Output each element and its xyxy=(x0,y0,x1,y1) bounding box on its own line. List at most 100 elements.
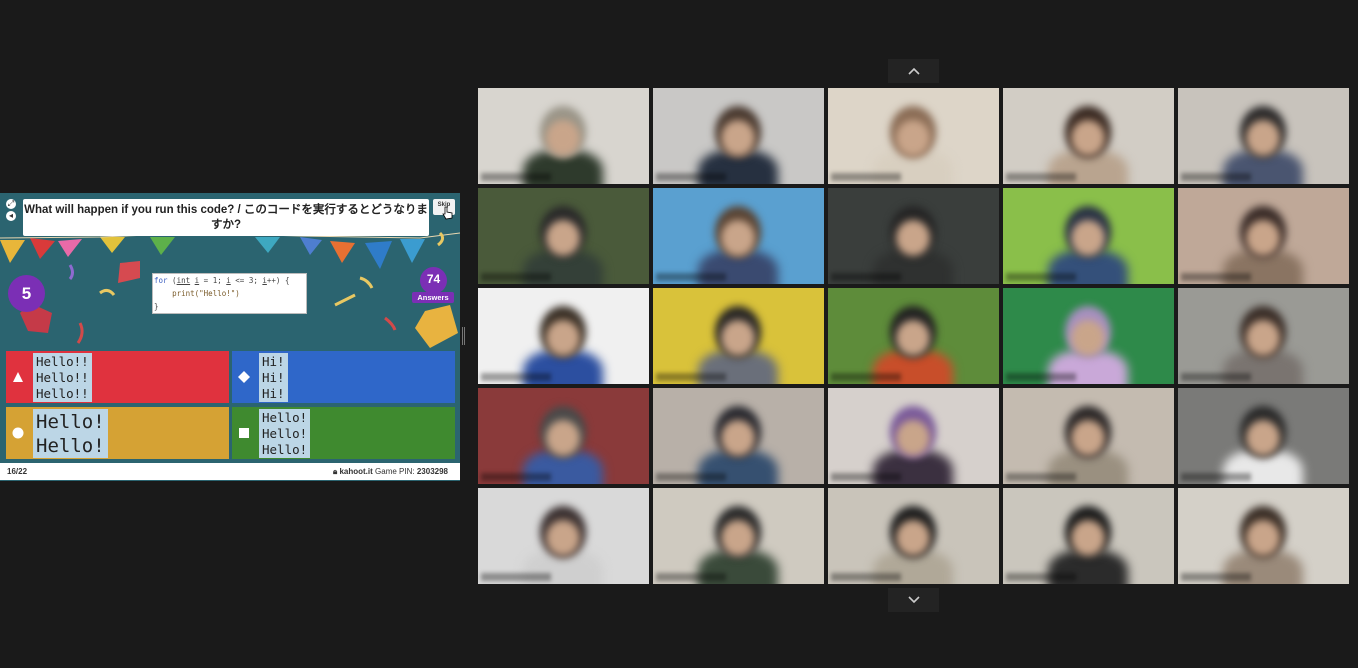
participant-video-tile[interactable] xyxy=(478,388,649,484)
participant-face xyxy=(546,520,580,556)
site-label: kahoot.it xyxy=(339,467,373,476)
participant-video-tile[interactable] xyxy=(828,88,999,184)
participant-face xyxy=(1071,320,1105,356)
participant-video-tile[interactable] xyxy=(478,488,649,584)
split-view-handle[interactable] xyxy=(462,327,465,345)
participant-face xyxy=(896,220,930,256)
participant-video-tile[interactable] xyxy=(1003,488,1174,584)
pin-label: Game PIN: xyxy=(375,467,415,476)
lock-icon: 🔒︎ xyxy=(332,467,338,476)
code-line-1: for (int i = 1; i <= 3; i++) { xyxy=(154,276,290,285)
participant-name-label xyxy=(1006,273,1076,281)
question-text: What will happen if you run this code? /… xyxy=(23,199,429,236)
triangle-icon xyxy=(13,372,23,382)
participant-video-tile[interactable] xyxy=(653,488,824,584)
participant-face xyxy=(896,320,930,356)
answer-option-triangle[interactable]: Hello!! Hello!! Hello!! xyxy=(6,351,229,403)
participant-video-tile[interactable] xyxy=(653,288,824,384)
participant-face xyxy=(1246,520,1280,556)
participant-video-tile[interactable] xyxy=(653,188,824,284)
participant-video-tile[interactable] xyxy=(478,88,649,184)
code-snippet: for (int i = 1; i <= 3; i++) { print("He… xyxy=(152,273,307,314)
participant-name-label xyxy=(831,473,901,481)
participant-face xyxy=(1246,120,1280,156)
participant-name-label xyxy=(1181,473,1251,481)
participant-face xyxy=(1246,320,1280,356)
participant-name-label xyxy=(481,173,551,181)
back-icon[interactable]: ◂ xyxy=(6,211,16,221)
participant-name-label xyxy=(656,273,726,281)
participant-video-tile[interactable] xyxy=(1178,88,1349,184)
participant-video-tile[interactable] xyxy=(653,88,824,184)
answers-label: Answers xyxy=(412,292,454,303)
answer-text: Hello!! Hello!! Hello!! xyxy=(33,353,92,402)
participant-video-tile[interactable] xyxy=(828,388,999,484)
participant-face xyxy=(1071,220,1105,256)
answers-count: 74 xyxy=(420,267,447,294)
participant-face xyxy=(721,220,755,256)
participant-name-label xyxy=(831,273,901,281)
participant-name-label xyxy=(656,473,726,481)
participant-face xyxy=(546,120,580,156)
participant-video-tile[interactable] xyxy=(1003,388,1174,484)
participant-video-tile[interactable] xyxy=(828,288,999,384)
answer-option-diamond[interactable]: Hi! Hi! Hi! xyxy=(232,351,455,403)
participant-name-label xyxy=(481,273,551,281)
code-line-2: print("Hello!") xyxy=(172,289,240,298)
countdown-timer: 5 xyxy=(8,275,45,312)
kahoot-footer: 16/22 🔒︎ kahoot.it Game PIN: 2303298 xyxy=(0,463,460,480)
question-progress: 16/22 xyxy=(7,467,28,476)
participant-name-label xyxy=(1181,373,1251,381)
diamond-icon xyxy=(238,371,250,383)
participant-face xyxy=(896,520,930,556)
participant-face xyxy=(896,420,930,456)
participant-face xyxy=(1246,420,1280,456)
game-pin: 🔒︎ kahoot.it Game PIN: 2303298 xyxy=(333,467,448,477)
participant-name-label xyxy=(1181,173,1251,181)
participant-video-grid xyxy=(478,88,1350,584)
participant-video-tile[interactable] xyxy=(1178,188,1349,284)
answer-option-circle[interactable]: Hello! Hello! xyxy=(6,407,229,459)
fullscreen-icon[interactable]: ⤢ xyxy=(6,199,16,209)
participant-face xyxy=(546,320,580,356)
hand-cursor-icon xyxy=(442,206,453,220)
participant-face xyxy=(896,120,930,156)
participant-video-tile[interactable] xyxy=(828,188,999,284)
gallery-page-up-button[interactable] xyxy=(888,59,939,83)
participant-face xyxy=(721,520,755,556)
participant-video-tile[interactable] xyxy=(478,288,649,384)
participant-face xyxy=(1071,120,1105,156)
participant-face xyxy=(721,120,755,156)
answer-text: Hi! Hi! Hi! xyxy=(259,353,288,402)
participant-name-label xyxy=(1181,273,1251,281)
participant-face xyxy=(546,420,580,456)
participant-name-label xyxy=(831,373,901,381)
participant-name-label xyxy=(1006,473,1076,481)
participant-name-label xyxy=(1006,573,1076,581)
participant-video-tile[interactable] xyxy=(1178,488,1349,584)
participant-video-tile[interactable] xyxy=(1178,288,1349,384)
pin-value: 2303298 xyxy=(416,467,448,476)
answer-text: Hello! Hello! Hello! xyxy=(259,409,311,458)
participant-video-tile[interactable] xyxy=(1003,288,1174,384)
participant-name-label xyxy=(1006,373,1076,381)
square-icon xyxy=(239,428,249,438)
participant-video-tile[interactable] xyxy=(653,388,824,484)
participant-name-label xyxy=(481,373,551,381)
gallery-page-down-button[interactable] xyxy=(888,588,939,612)
participant-video-tile[interactable] xyxy=(1003,88,1174,184)
participant-name-label xyxy=(1006,173,1076,181)
participant-video-tile[interactable] xyxy=(1003,188,1174,284)
code-line-3: } xyxy=(154,302,159,311)
participant-name-label xyxy=(656,373,726,381)
participant-face xyxy=(1071,420,1105,456)
participant-video-tile[interactable] xyxy=(478,188,649,284)
participant-video-tile[interactable] xyxy=(1178,388,1349,484)
participant-name-label xyxy=(656,173,726,181)
answer-text: Hello! Hello! xyxy=(33,409,108,458)
participant-name-label xyxy=(481,473,551,481)
answer-option-square[interactable]: Hello! Hello! Hello! xyxy=(232,407,455,459)
chevron-down-icon xyxy=(907,596,920,604)
participant-video-tile[interactable] xyxy=(828,488,999,584)
participant-name-label xyxy=(831,173,901,181)
